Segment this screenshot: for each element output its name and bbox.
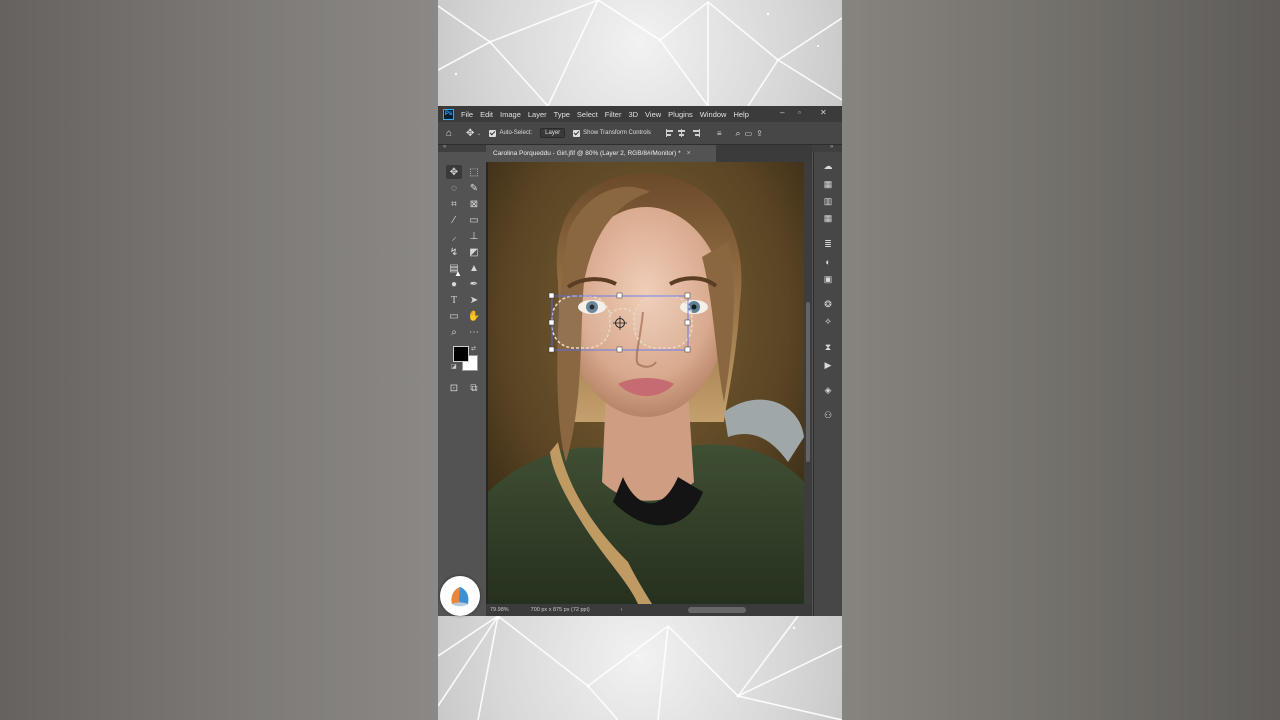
lasso-tool[interactable]: ◌ xyxy=(446,181,462,195)
libraries-icon[interactable]: ▣ xyxy=(821,273,835,285)
move-tool[interactable]: ✥ xyxy=(446,165,462,179)
menu-layer[interactable]: Layer xyxy=(528,110,547,119)
close-window-button[interactable]: ✕ xyxy=(820,108,827,117)
close-tab-icon[interactable]: × xyxy=(687,150,691,157)
rectangle-tool[interactable]: ▭ xyxy=(446,309,462,323)
menu-file[interactable]: File xyxy=(461,110,473,119)
align-icons[interactable] xyxy=(665,128,709,138)
show-transform-checkbox[interactable] xyxy=(573,129,581,137)
foreground-color-swatch[interactable] xyxy=(453,346,469,362)
screen-mode-icon[interactable]: ⧉ xyxy=(466,381,482,395)
crop-tool[interactable]: ⌗ xyxy=(446,197,462,211)
collapse-right-icon[interactable]: » xyxy=(830,144,833,150)
mouse-cursor: ▲ xyxy=(454,269,462,278)
artboard-tool[interactable]: ⬚ xyxy=(466,165,482,179)
layers-icon[interactable]: ◈ xyxy=(821,384,835,396)
search-icon[interactable]: ⌕ xyxy=(736,128,741,139)
adjustments-icon[interactable]: ◐ xyxy=(821,256,835,268)
history-brush-tool[interactable]: ↯ xyxy=(446,245,462,259)
share-icon[interactable]: ⇪ xyxy=(756,129,763,138)
brush-tool[interactable]: ⸝ xyxy=(446,229,462,243)
eraser-tool[interactable]: ◩ xyxy=(466,245,482,259)
channel-logo-icon xyxy=(451,587,469,607)
menu-edit[interactable]: Edit xyxy=(480,110,493,119)
path-select-tool[interactable]: ➤ xyxy=(466,293,482,307)
menu-3d[interactable]: 3D xyxy=(628,110,638,119)
auto-select-target-dropdown[interactable]: Layer xyxy=(540,128,566,138)
menu-help[interactable]: Help xyxy=(733,110,748,119)
type-tool[interactable]: T xyxy=(446,293,462,307)
patterns-icon[interactable]: ▦ xyxy=(821,212,835,224)
maximize-button[interactable]: ▫ xyxy=(798,108,801,117)
channels-icon[interactable]: ❂ xyxy=(821,298,835,310)
character-icon[interactable]: ⚇ xyxy=(821,409,835,421)
zoom-tool[interactable]: ⌕ xyxy=(446,325,462,339)
learn-icon[interactable]: ☁ xyxy=(821,160,835,172)
background-blur-right xyxy=(842,0,1280,720)
menu-image[interactable]: Image xyxy=(500,110,521,119)
status-bar: 79.98% 700 px x 875 px (72 ppi) › xyxy=(486,604,812,616)
menu-select[interactable]: Select xyxy=(577,110,598,119)
decorative-top-band xyxy=(438,0,842,106)
decorative-bottom-band xyxy=(438,616,842,720)
more-tools-icon[interactable]: ⋯ xyxy=(466,325,482,339)
dodge-tool[interactable]: ● xyxy=(446,277,462,291)
stamp-tool[interactable]: ⊥ xyxy=(466,229,482,243)
zoom-level[interactable]: 79.98% xyxy=(490,607,509,613)
gradients-icon[interactable]: ▥ xyxy=(821,195,835,207)
distribute-icon[interactable]: ≡ xyxy=(717,129,722,138)
tools-panel: ✥ ⬚ ◌ ✎ ⌗ ⊠ ⁄ ▭ ⸝ ⊥ ↯ ◩ ▤ ▲ ● ✒ T ➤ ▭ ✋ … xyxy=(443,162,485,602)
quick-mask-icon[interactable]: ⊡ xyxy=(446,381,462,395)
menu-view[interactable]: View xyxy=(645,110,661,119)
document-info: 700 px x 875 px (72 ppi) xyxy=(530,607,590,613)
background-blur-left xyxy=(0,0,438,720)
vertical-scrollbar[interactable] xyxy=(804,162,812,604)
move-tool-preset-icon[interactable]: ✥ xyxy=(466,128,474,139)
vertical-scroll-thumb[interactable] xyxy=(806,302,810,462)
quick-select-tool[interactable]: ✎ xyxy=(466,181,482,195)
horizontal-scroll-thumb[interactable] xyxy=(688,607,746,613)
photoshop-window: Ps File Edit Image Layer Type Select Fil… xyxy=(438,106,842,616)
triangle-tool[interactable]: ▲ xyxy=(466,261,482,275)
canvas-area[interactable] xyxy=(486,162,812,604)
actions-icon[interactable]: ▶ xyxy=(821,359,835,371)
pen-tool[interactable]: ✒ xyxy=(466,277,482,291)
properties-icon[interactable]: ≣ xyxy=(821,238,835,250)
paths-icon[interactable]: ⟡ xyxy=(821,315,835,327)
frame-tool[interactable]: ⊠ xyxy=(466,197,482,211)
status-menu-arrow[interactable]: › xyxy=(621,607,623,613)
chevron-down-icon[interactable]: ⌄ xyxy=(476,130,481,137)
panels-icon[interactable]: ▭ xyxy=(745,129,753,138)
menu-window[interactable]: Window xyxy=(700,110,727,119)
auto-select-label: Auto-Select: xyxy=(499,130,533,136)
document-tab-bar: Carolina Porqueddu - Girl.jfif @ 80% (La… xyxy=(486,145,812,162)
eyedropper-tool[interactable]: ⁄ xyxy=(446,213,462,227)
menu-type[interactable]: Type xyxy=(554,110,570,119)
default-colors-icon[interactable]: ◪ xyxy=(451,363,457,370)
options-bar: ⌂ ✥ ⌄ Auto-Select: Layer Show Transform … xyxy=(438,122,842,145)
menu-plugins[interactable]: Plugins xyxy=(668,110,693,119)
home-icon[interactable]: ⌂ xyxy=(446,128,452,139)
swap-colors-icon[interactable]: ⇄ xyxy=(471,345,476,352)
menu-filter[interactable]: Filter xyxy=(605,110,622,119)
auto-select-checkbox[interactable] xyxy=(489,129,497,137)
document-tab-title: Carolina Porqueddu - Girl.jfif @ 80% (La… xyxy=(493,150,681,157)
right-panel-dock: ☁ ▦ ▥ ▦ ≣ ◐ ▣ ❂ ⟡ ⧗ ▶ ◈ ⚇ xyxy=(813,152,842,616)
ruler-tool[interactable]: ▭ xyxy=(466,213,482,227)
photoshop-logo-icon: Ps xyxy=(443,108,454,120)
document-tab[interactable]: Carolina Porqueddu - Girl.jfif @ 80% (La… xyxy=(486,145,716,162)
minimize-button[interactable]: – xyxy=(780,108,784,117)
collapse-left-icon[interactable]: « xyxy=(443,144,446,150)
history-icon[interactable]: ⧗ xyxy=(821,341,835,353)
channel-logo[interactable] xyxy=(440,576,480,616)
show-transform-label: Show Transform Controls xyxy=(583,130,651,136)
hand-tool[interactable]: ✋ xyxy=(466,309,482,323)
swatches-icon[interactable]: ▦ xyxy=(821,178,835,190)
menu-bar: Ps File Edit Image Layer Type Select Fil… xyxy=(438,106,842,122)
video-frame: Ps File Edit Image Layer Type Select Fil… xyxy=(438,0,842,720)
document-image xyxy=(488,162,804,604)
